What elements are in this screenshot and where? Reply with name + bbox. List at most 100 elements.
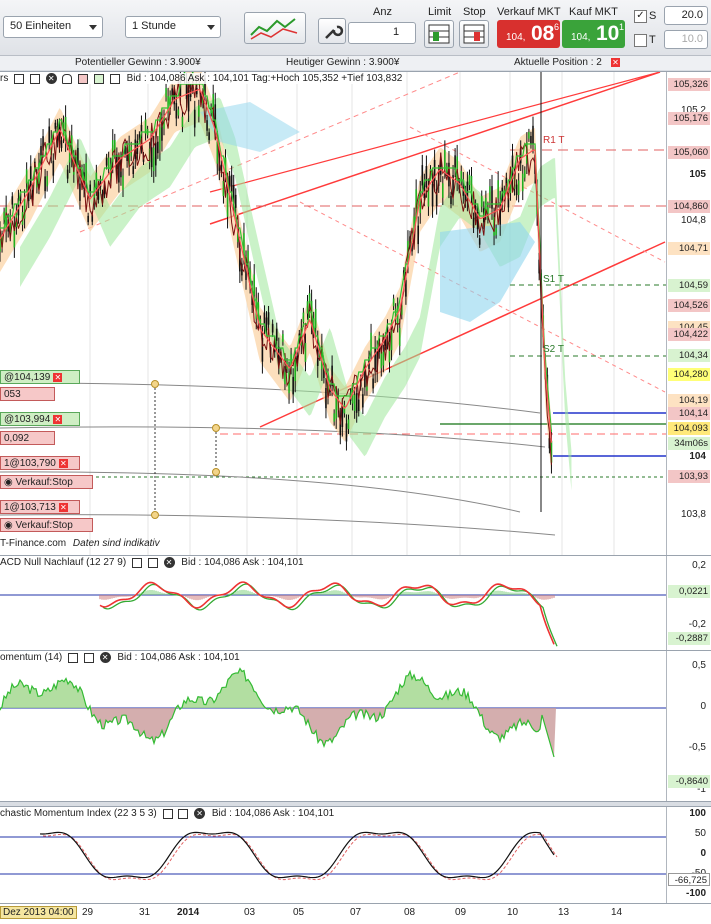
candle-body (489, 186, 491, 201)
settings-icon[interactable] (109, 73, 120, 84)
time-axis[interactable]: Dez 2013 04:00 29 31 2014 03 05 07 08 09 10 13 14 (0, 903, 711, 924)
wrench-icon[interactable] (14, 73, 25, 84)
t-input[interactable]: 10.0 (664, 30, 708, 49)
anz-input[interactable]: 1 (348, 22, 416, 44)
candle-body (398, 327, 401, 347)
close-icon[interactable]: ✕ (163, 557, 175, 568)
candle-body (304, 343, 307, 362)
time-tick-label: 2014 (177, 907, 200, 918)
candle-body (132, 166, 135, 175)
price-level-box: 104,59 (668, 279, 710, 292)
time-tick-label: 10 (507, 907, 519, 918)
macd-quote: Bid : 104,086 Ask : 104,101 (181, 557, 304, 569)
candle-body (524, 170, 526, 178)
cancel-order-icon[interactable]: ✕ (53, 372, 63, 382)
order-tag[interactable]: 053 (0, 387, 55, 401)
chart-type-button[interactable] (244, 12, 306, 44)
macd-pane[interactable]: ACD Null Nachlauf (12 27 9) ✕ Bid : 104,… (0, 555, 711, 651)
limit-button[interactable] (424, 20, 454, 48)
wrench-icon[interactable] (68, 652, 79, 663)
cancel-order-icon[interactable]: ✕ (58, 458, 68, 468)
order-anchor (151, 380, 159, 388)
candle-body (25, 169, 28, 184)
close-icon[interactable]: ✕ (99, 652, 111, 663)
wrench-icon[interactable] (162, 808, 173, 819)
smi-pane[interactable]: chastic Momentum Index (22 3 5 3) ✕ Bid … (0, 806, 711, 905)
smi-axis[interactable]: 100500-50-100 -66,725 (666, 807, 711, 904)
profit-info-bar: Potentieller Gewinn : 3.900¥ Heutiger Ge… (0, 56, 711, 70)
today-profit: Heutiger Gewinn : 3.900¥ (286, 57, 400, 68)
stop-button[interactable] (459, 20, 489, 48)
close-icon[interactable]: ✕ (194, 808, 206, 819)
interval-select[interactable]: 1 Stunde (125, 16, 221, 38)
price-level-box: 105,060 (668, 146, 710, 159)
units-select[interactable]: 50 Einheiten (3, 16, 103, 38)
window-icon[interactable] (178, 808, 189, 819)
candle-body (314, 308, 317, 328)
current-time: Dez 2013 04:00 (3, 907, 74, 918)
candle-body (345, 423, 348, 442)
momentum-axis[interactable]: 0,5 0 -0,5 -1 -0,8640 (666, 651, 711, 801)
order-tag[interactable]: 1@103,790 ✕ (0, 456, 80, 470)
order-label: @103,994 (4, 414, 51, 425)
arrow-up-icon[interactable] (94, 73, 105, 84)
price-level-box: 104,34 (668, 349, 710, 362)
macd-tick-label: -0,2 (688, 619, 706, 630)
candle-body (306, 301, 309, 314)
s-checkbox[interactable]: ✓ (634, 10, 647, 23)
macd-title-bar: ACD Null Nachlauf (12 27 9) ✕ Bid : 104,… (0, 557, 304, 568)
macd-value-box: 0,0221 (668, 585, 710, 598)
smi-title-bar: chastic Momentum Index (22 3 5 3) ✕ Bid … (0, 808, 334, 819)
main-price-chart: R1 T S1 T S2 T (0, 72, 667, 555)
main-price-pane[interactable]: R1 T S1 T S2 T rs ✕ Bid : 104,086 Ask : 10… (0, 71, 711, 556)
chevron-down-icon (89, 25, 97, 30)
t-checkbox[interactable] (634, 34, 647, 47)
arrow-down-icon[interactable] (78, 73, 89, 84)
candle-body (491, 186, 493, 209)
cancel-order-icon[interactable]: ✕ (53, 414, 63, 424)
main-title-prefix: rs (0, 73, 9, 85)
macd-title: ACD Null Nachlauf (12 27 9) (0, 557, 127, 569)
price-level-box: 104,860 (668, 200, 710, 213)
candle-body (159, 127, 161, 150)
time-tick-label: 31 (139, 907, 151, 918)
close-icon[interactable]: ✕ (45, 73, 57, 84)
order-tag[interactable]: 1@103,713 ✕ (0, 500, 80, 514)
wrench-icon[interactable] (131, 557, 142, 568)
units-select-value: 50 Einheiten (10, 20, 72, 32)
candle-body (530, 135, 532, 145)
time-tick-label: 05 (293, 907, 305, 918)
data-source: T-Finance.com (0, 538, 67, 549)
window-icon[interactable] (83, 652, 94, 663)
candle-body (177, 109, 180, 116)
price-axis[interactable]: 105,2 105 104,8 104 103,8 105,326 105,176 105,… (666, 72, 711, 555)
momentum-pane[interactable]: omentum (14) ✕ Bid : 104,086 Ask : 104,1… (0, 650, 711, 802)
order-tag[interactable]: @103,994 ✕ (0, 412, 80, 426)
bell-icon[interactable] (62, 73, 73, 84)
close-position-icon[interactable]: ✕ (611, 58, 620, 67)
price-level-box: 104,526 (668, 299, 710, 312)
sell-market-button[interactable]: 104, 08 6 (497, 20, 560, 48)
momentum-title-bar: omentum (14) ✕ Bid : 104,086 Ask : 104,1… (0, 652, 240, 663)
interval-select-value: 1 Stunde (132, 20, 177, 32)
order-tag[interactable]: 0,092 (0, 431, 55, 445)
order-tag[interactable]: ◉ Verkauf:Stop (0, 475, 93, 489)
window-icon[interactable] (147, 557, 158, 568)
macd-axis[interactable]: 0,2 -0,2 0,0221 -0,2887 (666, 556, 711, 650)
stop-label: Stop (463, 6, 486, 18)
candle-body (265, 317, 268, 331)
wrench-button[interactable] (318, 18, 346, 44)
window-icon[interactable] (29, 73, 40, 84)
candle-body (3, 211, 5, 221)
momentum-quote: Bid : 104,086 Ask : 104,101 (117, 652, 240, 664)
order-tag[interactable]: @104,139 ✕ (0, 370, 80, 384)
price-tick-label: 105 (689, 169, 706, 180)
cancel-order-icon[interactable]: ✕ (58, 502, 68, 512)
buy-market-button[interactable]: 104, 10 1 (562, 20, 625, 48)
candle-body (198, 105, 200, 117)
current-time-label: Dez 2013 04:00 (0, 906, 77, 919)
order-tag[interactable]: ◉ Verkauf:Stop (0, 518, 93, 532)
s-input[interactable]: 20.0 (664, 6, 708, 25)
limit-label: Limit (428, 6, 452, 18)
candle-body (165, 87, 167, 98)
